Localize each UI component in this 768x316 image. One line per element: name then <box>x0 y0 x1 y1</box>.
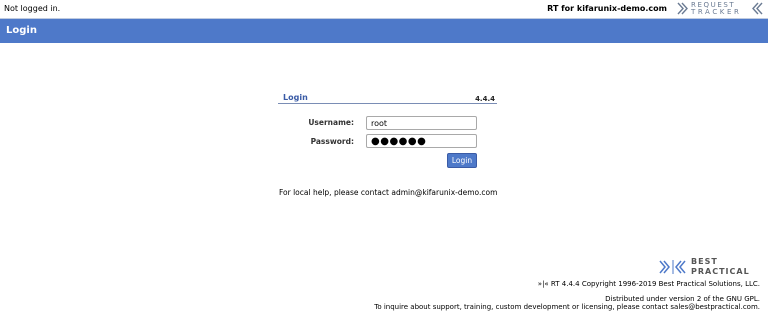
divider <box>278 103 497 104</box>
rt-chevron-icon <box>677 2 688 15</box>
request-tracker-logo[interactable]: REQUEST TRACKER <box>677 1 765 16</box>
username-label: Username: <box>308 118 354 127</box>
username-input[interactable]: root <box>366 116 477 130</box>
top-bar: Not logged in. RT for kifarunix-demo.com… <box>0 0 768 18</box>
rt-instance-name: RT for kifarunix-demo.com <box>547 4 667 13</box>
rt-logo-word-2: TRACKER <box>691 8 742 16</box>
login-button[interactable]: Login <box>447 153 477 168</box>
password-label: Password: <box>310 137 354 146</box>
license-text: Distributed under version 2 of the GNU G… <box>605 295 760 303</box>
best-practical-logo[interactable]: BEST PRACTICAL <box>659 257 759 279</box>
password-input[interactable]: ●●●●●● <box>366 134 477 148</box>
inquire-text: To inquire about support, training, cust… <box>374 303 760 311</box>
page-title: Login <box>6 25 37 36</box>
login-status: Not logged in. <box>4 4 61 13</box>
local-help-text: For local help, please contact admin@kif… <box>279 188 498 197</box>
best-practical-chevron-icon <box>659 260 686 274</box>
bp-logo-word-1: BEST <box>691 257 718 266</box>
login-panel-title: Login <box>283 93 308 102</box>
rt-chevron-left-icon <box>752 2 763 15</box>
rt-version: 4.4.4 <box>475 95 495 103</box>
bp-logo-word-2: PRACTICAL <box>691 267 750 276</box>
copyright-text: »|« RT 4.4.4 Copyright 1996-2019 Best Pr… <box>537 280 760 288</box>
page-header: Login <box>0 18 768 43</box>
